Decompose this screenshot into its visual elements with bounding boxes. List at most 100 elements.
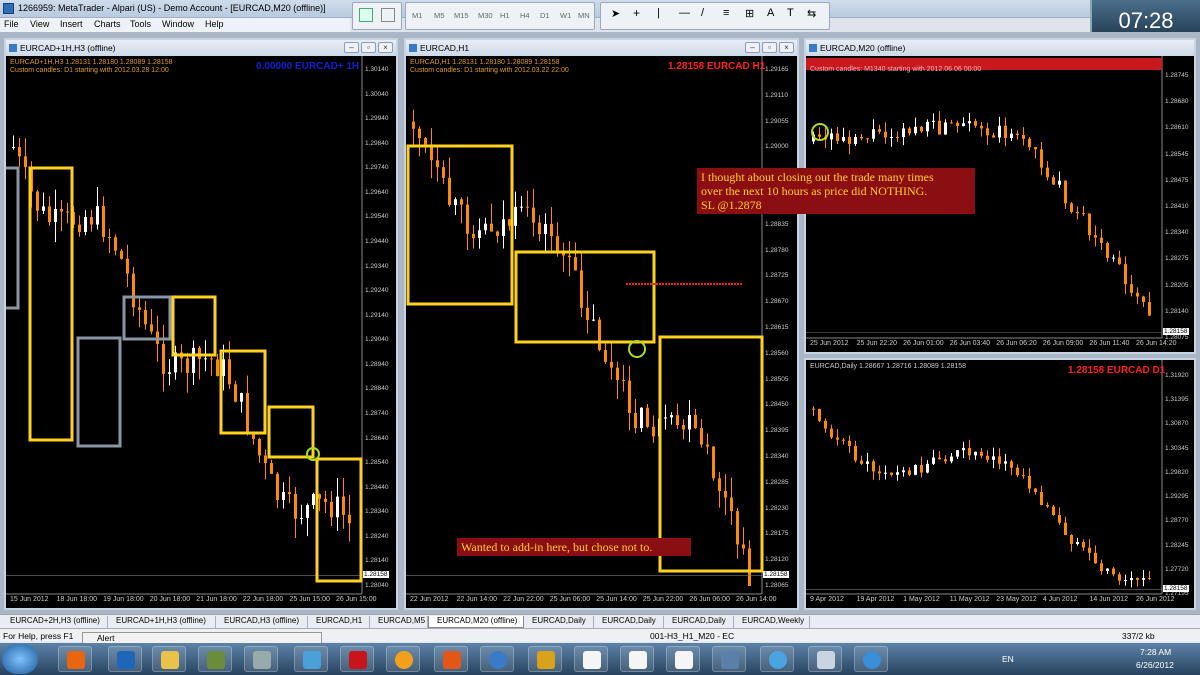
taskbar-alpari-icon[interactable] bbox=[620, 646, 654, 672]
candle-body bbox=[914, 464, 917, 475]
menu-file[interactable]: File bbox=[4, 19, 19, 29]
tab-eurcad-h1[interactable]: EURCAD,H1 bbox=[308, 616, 370, 628]
period-h1[interactable]: H1 bbox=[500, 11, 510, 20]
y-axis-tick-label: 1.28410 bbox=[1165, 203, 1189, 210]
candle-body bbox=[664, 417, 667, 419]
menu-insert[interactable]: Insert bbox=[60, 19, 83, 29]
taskbar-app-icon[interactable] bbox=[480, 646, 514, 672]
taskbar-alpari-icon[interactable] bbox=[574, 646, 608, 672]
taskbar-app-icon[interactable] bbox=[712, 646, 746, 672]
trendline-icon[interactable]: / bbox=[701, 7, 704, 19]
arrows-icon[interactable]: ⇆ bbox=[807, 7, 816, 20]
close-button[interactable]: × bbox=[779, 42, 794, 53]
menu-help[interactable]: Help bbox=[205, 19, 224, 29]
label-tool-icon[interactable]: T bbox=[787, 7, 794, 19]
taskbar-app-icon[interactable] bbox=[198, 646, 232, 672]
taskbar-itunes-icon[interactable] bbox=[760, 646, 794, 672]
language-indicator[interactable]: EN bbox=[1002, 654, 1014, 664]
taskbar-explorer-icon[interactable] bbox=[152, 646, 186, 672]
fibonacci-icon[interactable]: ⊞ bbox=[745, 7, 754, 20]
chart-window-caption[interactable]: EURCAD,M20 (offline) bbox=[806, 40, 1194, 56]
maximize-button[interactable]: ▫ bbox=[361, 42, 376, 53]
candle-body bbox=[246, 393, 249, 433]
period-mn[interactable]: MN bbox=[578, 11, 590, 20]
chart-window-eurcad-1h-h3[interactable]: EURCAD+1H,H3 (offline) – ▫ × EURCAD+1H,H3 … bbox=[4, 38, 398, 610]
taskbar-app-icon[interactable] bbox=[386, 646, 420, 672]
chart-plot[interactable]: EURCAD+1H,H3 1.28131 1.28180 1.28089 1.2… bbox=[6, 56, 396, 608]
hline-icon[interactable]: — bbox=[679, 7, 690, 19]
chart-window-caption[interactable]: EURCAD+1H,H3 (offline) – ▫ × bbox=[6, 40, 396, 56]
candle-body bbox=[1028, 475, 1031, 489]
candle-body bbox=[1100, 563, 1103, 572]
taskbar-calculator-icon[interactable] bbox=[244, 646, 278, 672]
candle-body bbox=[580, 270, 583, 308]
taskbar-media-icon[interactable] bbox=[434, 646, 468, 672]
period-d1[interactable]: D1 bbox=[540, 11, 550, 20]
vline-icon[interactable]: | bbox=[657, 7, 660, 19]
candle-body bbox=[694, 414, 697, 429]
maximize-button[interactable]: ▫ bbox=[762, 42, 777, 53]
chart-plot[interactable]: EURCAD,Daily 1.28667 1.28716 1.28089 1.2… bbox=[806, 360, 1194, 608]
candle-body bbox=[1064, 522, 1067, 535]
menu-window[interactable]: Window bbox=[162, 19, 194, 29]
crosshair-tool-icon[interactable]: + bbox=[633, 6, 640, 20]
tab-eurcad-m20[interactable]: EURCAD,M20 (offline) bbox=[428, 616, 524, 628]
candle-body bbox=[842, 439, 845, 441]
channel-icon[interactable]: ≡ bbox=[723, 7, 729, 19]
menu-view[interactable]: View bbox=[30, 19, 49, 29]
period-m1[interactable]: M1 bbox=[412, 11, 422, 20]
taskbar-app-icon[interactable] bbox=[294, 646, 328, 672]
tab-eurcad-daily-2[interactable]: EURCAD,Daily bbox=[594, 616, 664, 628]
text-tool-icon[interactable]: A bbox=[767, 7, 774, 19]
chart-window-eurcad-daily[interactable]: EURCAD,Daily 1.28667 1.28716 1.28089 1.2… bbox=[804, 358, 1196, 610]
tab-eurcad-2h-h3[interactable]: EURCAD+2H,H3 (offline) bbox=[2, 616, 108, 628]
tray-time[interactable]: 7:28 AM bbox=[1140, 647, 1171, 657]
x-axis-tick-label: 25 Jun 06:00 bbox=[549, 596, 591, 603]
candle-body bbox=[78, 224, 81, 233]
candle-body bbox=[54, 209, 57, 223]
taskbar-firefox-icon[interactable] bbox=[58, 646, 92, 672]
move-icon[interactable] bbox=[381, 8, 395, 22]
y-axis-tick-label: 1.29840 bbox=[365, 139, 389, 147]
candle-body bbox=[818, 409, 821, 421]
crosshair-icon[interactable] bbox=[359, 8, 373, 22]
period-m15[interactable]: M15 bbox=[454, 11, 469, 20]
taskbar-gold-icon[interactable] bbox=[528, 646, 562, 672]
note-line: I thought about closing out the trade ma… bbox=[701, 170, 934, 184]
tab-eurcad-m5[interactable]: EURCAD,M5 bbox=[370, 616, 428, 628]
taskbar-app-icon[interactable] bbox=[808, 646, 842, 672]
minimize-button[interactable]: – bbox=[745, 42, 760, 53]
tray-date[interactable]: 6/26/2012 bbox=[1136, 660, 1174, 670]
candle-body bbox=[234, 384, 237, 402]
tab-eurcad-daily-3[interactable]: EURCAD,Daily bbox=[664, 616, 734, 628]
taskbar-alpari-icon[interactable] bbox=[666, 646, 700, 672]
start-button[interactable] bbox=[2, 644, 38, 674]
taskbar-metatrader-icon[interactable] bbox=[340, 646, 374, 672]
menu-charts[interactable]: Charts bbox=[94, 19, 121, 29]
tab-eurcad-weekly[interactable]: EURCAD,Weekly bbox=[734, 616, 810, 628]
status-help-text: For Help, press F1 bbox=[3, 631, 74, 641]
candle-body bbox=[324, 498, 327, 502]
candle-body bbox=[1016, 133, 1019, 136]
minimize-button[interactable]: – bbox=[344, 42, 359, 53]
chart-plot[interactable]: EURCAD,H1 1.28131 1.28180 1.28089 1.2815… bbox=[406, 56, 797, 608]
chart-window-eurcad-h1[interactable]: EURCAD,H1 – ▫ × EURCAD,H1 1.28131 1.28180 … bbox=[404, 38, 799, 610]
cursor-icon[interactable]: ➤ bbox=[611, 7, 620, 20]
chart-icon bbox=[409, 44, 417, 52]
candle-body bbox=[872, 461, 875, 472]
tab-eurcad-daily-1[interactable]: EURCAD,Daily bbox=[524, 616, 594, 628]
chart-window-caption[interactable]: EURCAD,H1 – ▫ × bbox=[406, 40, 797, 56]
close-button[interactable]: × bbox=[378, 42, 393, 53]
period-m5[interactable]: M5 bbox=[434, 11, 444, 20]
menu-tools[interactable]: Tools bbox=[130, 19, 151, 29]
sl-annotation-note: I thought about closing out the trade ma… bbox=[697, 168, 975, 214]
taskbar-browser-icon[interactable] bbox=[108, 646, 142, 672]
tab-eurcad-1h-h3[interactable]: EURCAD+1H,H3 (offline) bbox=[108, 616, 216, 628]
period-h4[interactable]: H4 bbox=[520, 11, 530, 20]
period-w1[interactable]: W1 bbox=[560, 11, 571, 20]
tab-eurcad-h3[interactable]: EURCAD,H3 (offline) bbox=[216, 616, 308, 628]
y-axis-tick-label: 1.28540 bbox=[365, 459, 389, 467]
taskbar-ie-icon[interactable] bbox=[854, 646, 888, 672]
candle-body bbox=[1070, 534, 1073, 544]
period-m30[interactable]: M30 bbox=[478, 11, 493, 20]
